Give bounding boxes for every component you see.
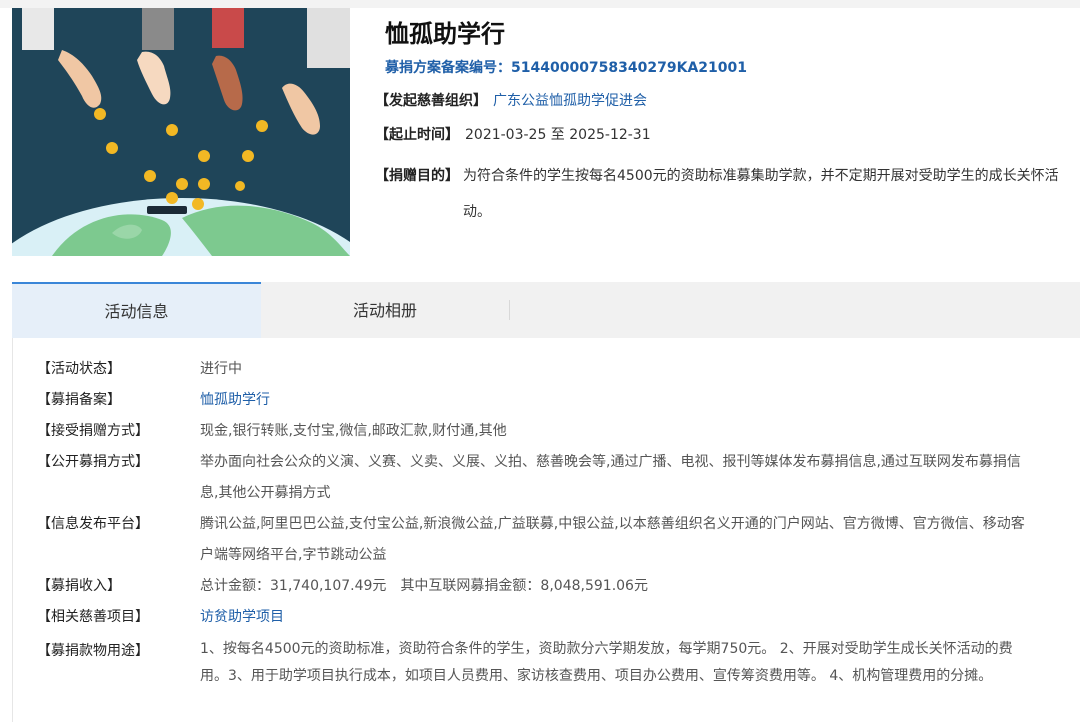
hands-coins-globe-illustration [12, 8, 350, 256]
project-title: 恤孤助学行 [385, 20, 505, 48]
purpose-value: 为符合条件的学生按每名4500元的资助标准募集助学款，并不定期开展对受助学生的成… [463, 168, 1059, 220]
status-value: 进行中 [200, 361, 242, 377]
income-online: 其中互联网募捐金额：8,048,591.06元 [400, 578, 648, 594]
related-label: 【相关慈善项目】 [37, 609, 149, 625]
organizer-row: 【发起慈善组织】 广东公益恤孤助学促进会 [375, 90, 647, 110]
income-total: 总计金额：31,740,107.49元 [200, 578, 387, 594]
usage-label: 【募捐款物用途】 [37, 643, 149, 659]
public-value: 举办面向社会公众的义演、义赛、义卖、义展、义拍、慈善晚会等,通过广播、电视、报刊… [200, 454, 1021, 501]
top-strip [0, 0, 1080, 8]
usage-value: 1、按每名4500元的资助标准，资助符合条件的学生，资助款分六学期发放，每学期7… [200, 641, 1013, 684]
tab-activity-info[interactable]: 活动信息 [12, 282, 261, 338]
platform-label: 【信息发布平台】 [37, 516, 149, 532]
status-label: 【活动状态】 [37, 361, 121, 377]
income-value: 总计金额：31,740,107.49元 其中互联网募捐金额：8,048,591.0… [200, 571, 1030, 602]
period-value: 2021-03-25 至 2025-12-31 [465, 127, 651, 143]
purpose-label: 【捐赠目的】 [375, 168, 459, 184]
methods-label: 【接受捐赠方式】 [37, 423, 149, 439]
tab-divider [509, 300, 510, 320]
period-row: 【起止时间】 2021-03-25 至 2025-12-31 [375, 124, 651, 144]
record-number: 募捐方案备案编号：51440000758340279KA21001 [385, 60, 747, 76]
activity-info-panel: 【活动状态】 进行中 【募捐备案】 恤孤助学行 【接受捐赠方式】 现金,银行转账… [12, 338, 1080, 722]
organizer-label: 【发起慈善组织】 [375, 93, 487, 109]
record-link[interactable]: 恤孤助学行 [200, 392, 270, 408]
income-label: 【募捐收入】 [37, 578, 121, 594]
project-cover-image [12, 8, 350, 256]
organizer-link[interactable]: 广东公益恤孤助学促进会 [493, 93, 647, 109]
related-project-link[interactable]: 访贫助学项目 [200, 609, 284, 625]
record-label: 【募捐备案】 [37, 392, 121, 408]
tab-bar: 活动信息 活动相册 [12, 282, 1080, 338]
tab-activity-album[interactable]: 活动相册 [261, 282, 509, 338]
platform-value: 腾讯公益,阿里巴巴公益,支付宝公益,新浪微公益,广益联募,中银公益,以本慈善组织… [200, 516, 1025, 563]
period-label: 【起止时间】 [375, 127, 459, 143]
methods-value: 现金,银行转账,支付宝,微信,邮政汇款,财付通,其他 [200, 423, 507, 439]
public-label: 【公开募捐方式】 [37, 454, 149, 470]
